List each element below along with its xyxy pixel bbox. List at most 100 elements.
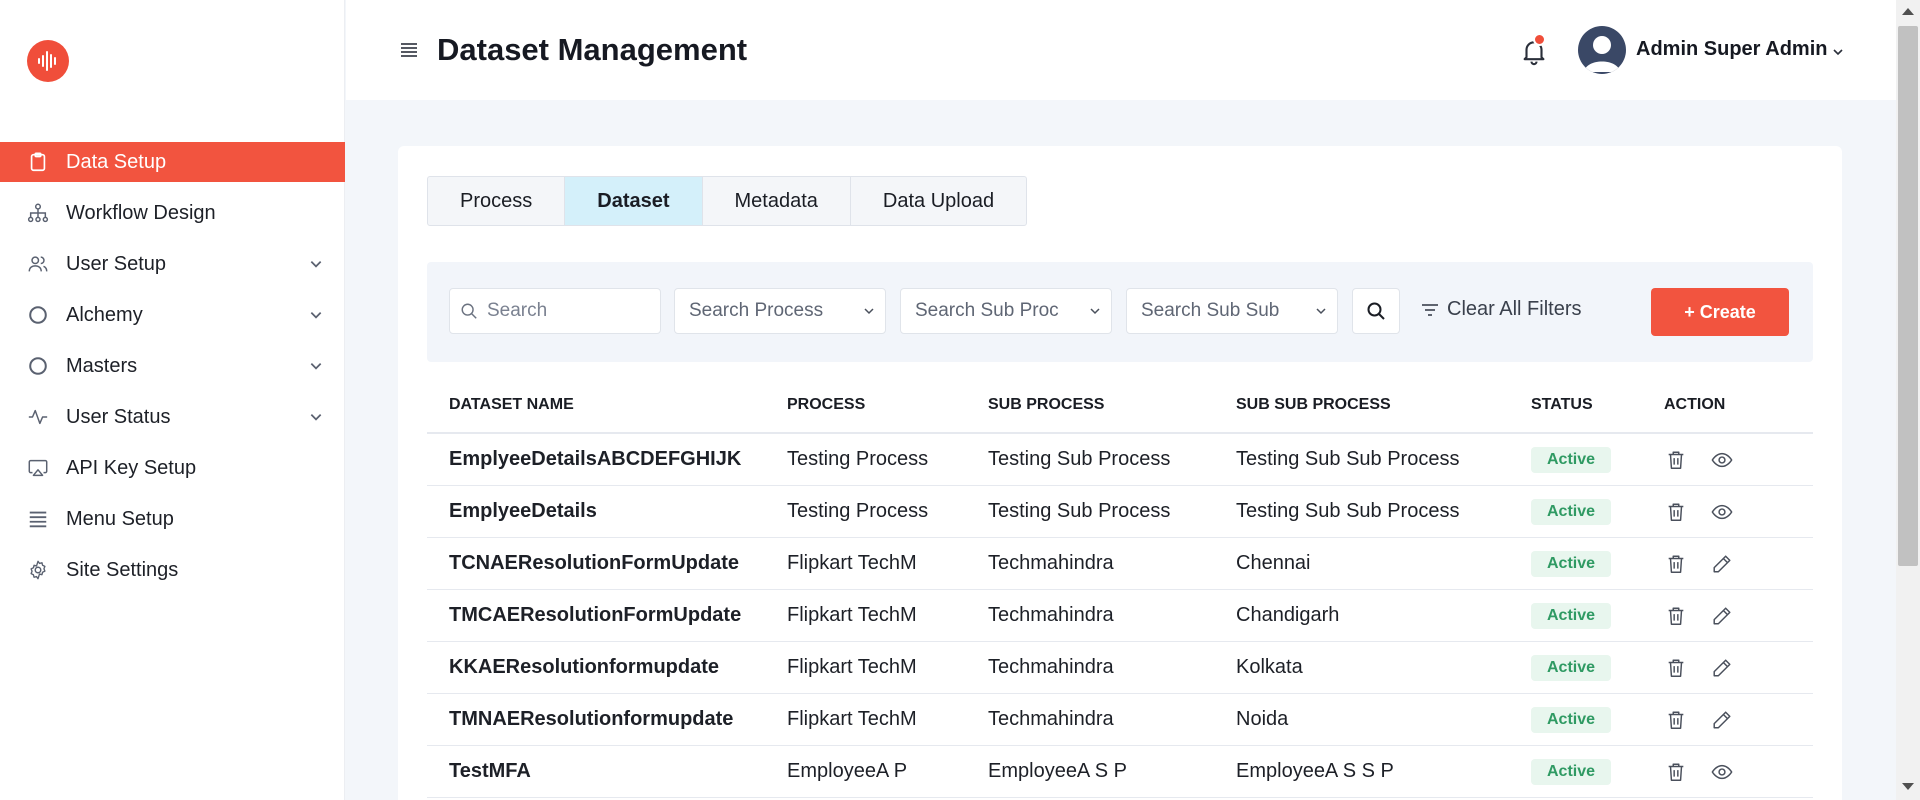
search-button[interactable] xyxy=(1352,288,1400,334)
chevron-down-icon xyxy=(1090,308,1100,315)
create-button[interactable]: + Create xyxy=(1651,288,1789,336)
cell-sub-process: Techmahindra xyxy=(988,552,1114,574)
cell-sub-sub-process: Chennai xyxy=(1236,552,1311,574)
trash-icon[interactable] xyxy=(1664,552,1688,576)
list-icon xyxy=(26,507,50,531)
sidebar-item-label: User Setup xyxy=(66,252,167,275)
cell-actions xyxy=(1664,604,1813,628)
tab-metadata[interactable]: Metadata xyxy=(703,177,851,225)
sidebar-item-workflow-design[interactable]: Workflow Design xyxy=(0,193,345,233)
avatar[interactable] xyxy=(1578,26,1626,74)
status-badge: Active xyxy=(1531,446,1612,473)
chevron-down-icon xyxy=(864,308,874,315)
status-badge: Active xyxy=(1531,602,1612,629)
tab-process[interactable]: Process xyxy=(428,177,566,225)
chevron-down-icon[interactable] xyxy=(309,308,323,322)
sidebar-nav: Data Setup Workflow Design User Setup Alche… xyxy=(0,142,345,601)
eye-icon[interactable] xyxy=(1710,500,1734,524)
sidebar-item-label: Masters xyxy=(66,354,138,377)
scroll-up-arrow-icon[interactable] xyxy=(1902,8,1914,15)
sidebar-item-api-key-setup[interactable]: API Key Setup xyxy=(0,448,345,488)
sub-process-select-placeholder: Search Sub Proc xyxy=(915,300,1059,321)
sidebar-item-label: Site Settings xyxy=(66,558,179,581)
user-name[interactable]: Admin Super Admin xyxy=(1636,38,1827,61)
search-icon xyxy=(461,303,477,319)
cell-sub-sub-process: EmployeeA S S P xyxy=(1236,760,1394,782)
cell-actions xyxy=(1664,708,1813,732)
table-header: DATASET NAME PROCESS SUB PROCESS SUB SUB PR… xyxy=(427,378,1813,434)
cell-process: EmployeeA P xyxy=(787,760,908,782)
cell-actions xyxy=(1664,656,1813,680)
status-badge: Active xyxy=(1531,654,1612,681)
gear-icon xyxy=(26,558,50,582)
hierarchy-icon xyxy=(26,201,50,225)
circle-icon xyxy=(26,354,50,378)
pencil-icon[interactable] xyxy=(1710,708,1734,732)
cell-actions xyxy=(1664,500,1813,524)
cell-actions xyxy=(1664,552,1813,576)
sub-process-select[interactable]: Search Sub Proc xyxy=(900,288,1112,334)
sidebar-item-masters[interactable]: Masters xyxy=(0,346,345,386)
sidebar-item-menu-setup[interactable]: Menu Setup xyxy=(0,499,345,539)
app-logo[interactable] xyxy=(27,40,69,82)
sidebar-item-data-setup[interactable]: Data Setup xyxy=(0,142,345,182)
pencil-icon[interactable] xyxy=(1710,604,1734,628)
search-field[interactable] xyxy=(449,288,661,334)
chevron-down-icon[interactable] xyxy=(1832,46,1844,58)
status-badge: Active xyxy=(1531,550,1612,577)
trash-icon[interactable] xyxy=(1664,708,1688,732)
dataset-card: Process Dataset Metadata Data Upload Search… xyxy=(398,146,1842,800)
trash-icon[interactable] xyxy=(1664,500,1688,524)
pencil-icon[interactable] xyxy=(1710,656,1734,680)
cell-process: Testing Process xyxy=(787,500,929,522)
status-badge: Active xyxy=(1531,758,1612,785)
process-select[interactable]: Search Process xyxy=(674,288,886,334)
cell-sub-sub-process: Kolkata xyxy=(1236,656,1303,678)
activity-icon xyxy=(26,405,50,429)
cell-process: Flipkart TechM xyxy=(787,708,917,730)
sidebar-item-site-settings[interactable]: Site Settings xyxy=(0,550,345,590)
cell-process: Flipkart TechM xyxy=(787,656,917,678)
column-header-process: PROCESS xyxy=(787,396,866,413)
clear-filters-button[interactable]: Clear All Filters xyxy=(1421,298,1581,321)
trash-icon[interactable] xyxy=(1664,448,1688,472)
chevron-down-icon[interactable] xyxy=(309,257,323,271)
chevron-down-icon xyxy=(1316,308,1326,315)
chevron-down-icon[interactable] xyxy=(309,359,323,373)
chevron-down-icon[interactable] xyxy=(309,410,323,424)
tab-data-upload[interactable]: Data Upload xyxy=(851,177,1026,225)
trash-icon[interactable] xyxy=(1664,604,1688,628)
sidebar-item-label: Workflow Design xyxy=(66,201,216,224)
sub-sub-process-select[interactable]: Search Sub Sub xyxy=(1126,288,1338,334)
eye-icon[interactable] xyxy=(1710,760,1734,784)
cell-name: EmplyeeDetails xyxy=(449,500,597,522)
cell-actions xyxy=(1664,760,1813,784)
cell-name: TMCAEResolutionFormUpdate xyxy=(449,604,742,626)
search-input[interactable] xyxy=(487,300,647,322)
sidebar-item-label: User Status xyxy=(66,405,171,428)
page-title: Dataset Management xyxy=(437,32,748,67)
trash-icon[interactable] xyxy=(1664,760,1688,784)
eye-icon[interactable] xyxy=(1710,448,1734,472)
hamburger-menu-icon[interactable] xyxy=(400,41,418,59)
audio-wave-logo-icon xyxy=(38,51,56,71)
table-row: TMNAEResolutionformupdate Flipkart TechM T… xyxy=(427,694,1813,746)
sidebar-item-label: Menu Setup xyxy=(66,507,174,530)
cell-name: KKAEResolutionformupdate xyxy=(449,656,719,678)
sidebar-item-user-status[interactable]: User Status xyxy=(0,397,345,437)
tab-dataset[interactable]: Dataset xyxy=(565,177,703,225)
trash-icon[interactable] xyxy=(1664,656,1688,680)
sidebar-item-alchemy[interactable]: Alchemy xyxy=(0,295,345,335)
cell-sub-sub-process: Noida xyxy=(1236,708,1289,730)
cell-process: Testing Process xyxy=(787,448,929,470)
scrollbar-thumb[interactable] xyxy=(1898,26,1918,566)
table-body: EmplyeeDetailsABCDEFGHIJK Testing Process… xyxy=(427,434,1813,798)
table-row: EmplyeeDetails Testing Process Testing Sub… xyxy=(427,486,1813,538)
scroll-down-arrow-icon[interactable] xyxy=(1902,783,1914,790)
sidebar-item-label: API Key Setup xyxy=(66,456,197,479)
sidebar: Data Setup Workflow Design User Setup Alche… xyxy=(0,0,345,800)
pencil-icon[interactable] xyxy=(1710,552,1734,576)
search-icon xyxy=(1367,302,1385,320)
cell-sub-process: Testing Sub Process xyxy=(988,500,1171,522)
sidebar-item-user-setup[interactable]: User Setup xyxy=(0,244,345,284)
